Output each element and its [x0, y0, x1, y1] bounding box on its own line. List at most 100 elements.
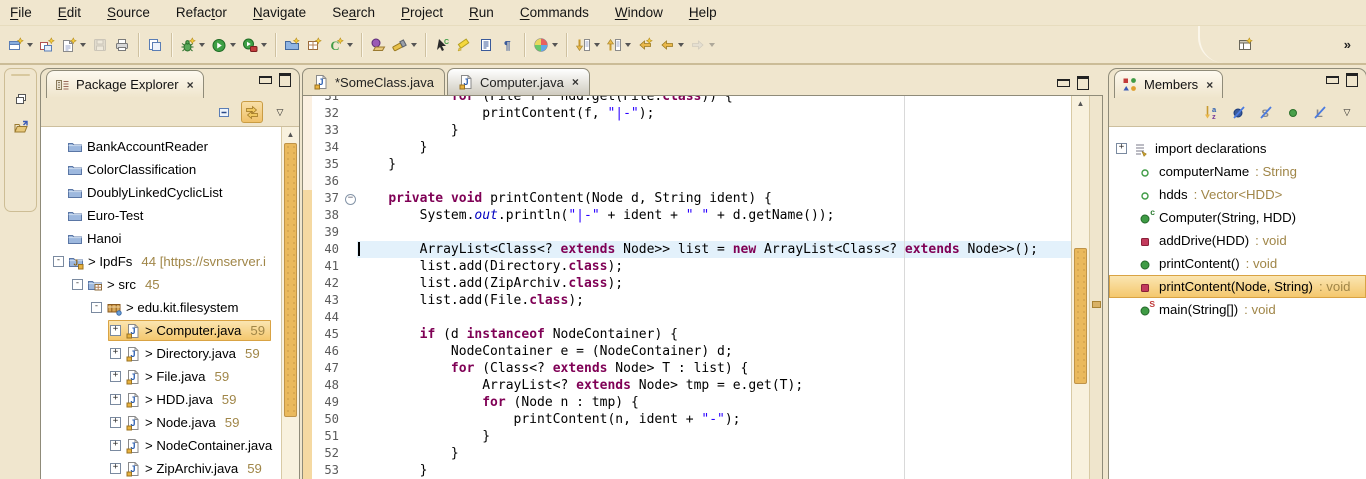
code-text[interactable]: list.add(ZipArchiv.class);	[357, 275, 1071, 292]
code-text[interactable]: ArrayList<? extends Node> tmp = e.get(T)…	[357, 377, 1071, 394]
code-text[interactable]: for (Class<? extends Node> T : list) {	[357, 360, 1071, 377]
show-public-members-button[interactable]	[1283, 102, 1303, 122]
hide-local-types-button[interactable]: L	[1310, 102, 1330, 122]
member-item[interactable]: computerName : String	[1109, 160, 1366, 183]
search-button[interactable]	[389, 31, 420, 58]
code-line[interactable]: 38 System.out.println("|-" + ident + " "…	[303, 207, 1071, 224]
editor-maximize-button[interactable]	[1077, 76, 1089, 90]
expand-icon[interactable]: +	[110, 463, 121, 474]
code-text[interactable]: ArrayList<Class<? extends Node>> list = …	[357, 241, 1071, 258]
highlight-button[interactable]	[453, 31, 475, 58]
link-with-editor-button[interactable]	[241, 101, 263, 123]
member-item[interactable]: Smain(String[]) : void	[1109, 298, 1366, 321]
code-text[interactable]: list.add(Directory.class);	[357, 258, 1071, 275]
code-line[interactable]: 32 printContent(f, "|-");	[303, 105, 1071, 122]
member-item[interactable]: hdds : Vector<HDD>	[1109, 183, 1366, 206]
restore-view-button[interactable]	[10, 88, 32, 110]
fold-collapse-icon[interactable]: −	[345, 194, 356, 205]
menu-commands[interactable]: Commands	[520, 5, 589, 20]
editor-scroll-thumb[interactable]	[1074, 248, 1087, 384]
expand-icon[interactable]: +	[110, 440, 121, 451]
chevron-down-icon[interactable]	[230, 43, 236, 47]
code-area[interactable]: 31 for (File f : hdd.get(File.class)) {3…	[303, 96, 1071, 479]
open-view-button[interactable]	[10, 116, 32, 138]
member-item[interactable]: printContent() : void	[1109, 252, 1366, 275]
chevron-down-icon[interactable]	[347, 43, 353, 47]
code-line[interactable]: 37− private void printContent(Node d, St…	[303, 190, 1071, 207]
tree-item[interactable]: Euro-Test	[41, 204, 299, 227]
code-text[interactable]: NodeContainer e = (NodeContainer) d;	[357, 343, 1071, 360]
code-line[interactable]: 34 }	[303, 139, 1071, 156]
copy-view-button[interactable]	[144, 31, 166, 58]
code-text[interactable]: list.add(File.class);	[357, 292, 1071, 309]
show-whitespace-button[interactable]: ¶	[497, 31, 519, 58]
code-line[interactable]: 50 printContent(n, ident + "-");	[303, 411, 1071, 428]
code-text[interactable]: }	[357, 462, 1071, 479]
show-selected-element-button[interactable]	[475, 31, 497, 58]
code-line[interactable]: 36	[303, 173, 1071, 190]
code-line[interactable]: 48 ArrayList<? extends Node> tmp = e.get…	[303, 377, 1071, 394]
chevron-down-icon[interactable]	[80, 43, 86, 47]
view-menu-button[interactable]: ▽	[270, 102, 290, 122]
code-text[interactable]	[357, 309, 1071, 326]
maximize-button[interactable]	[279, 73, 291, 87]
package-explorer-scrollbar[interactable]: ▲	[281, 127, 299, 479]
menu-navigate[interactable]: Navigate	[253, 5, 306, 20]
debug-button[interactable]	[177, 31, 208, 58]
menu-window[interactable]: Window	[615, 5, 663, 20]
member-item[interactable]: printContent(Node, String) : void	[1109, 275, 1366, 298]
overview-annotation[interactable]	[1092, 301, 1101, 308]
tree-item[interactable]: +J> Computer.java59	[41, 319, 299, 342]
code-line[interactable]: 41 list.add(Directory.class);	[303, 258, 1071, 275]
code-line[interactable]: 42 list.add(ZipArchiv.class);	[303, 275, 1071, 292]
code-text[interactable]: private void printContent(Node d, String…	[357, 190, 1071, 207]
code-line[interactable]: 45 if (d instanceof NodeContainer) {	[303, 326, 1071, 343]
menu-source[interactable]: Source	[107, 5, 150, 20]
chevron-down-icon[interactable]	[261, 43, 267, 47]
code-text[interactable]: System.out.println("|-" + ident + " " + …	[357, 207, 1071, 224]
chevron-down-icon[interactable]	[594, 43, 600, 47]
editor-tab-someclass.java[interactable]: J*SomeClass.java	[302, 68, 445, 95]
code-text[interactable]	[357, 224, 1071, 241]
tree-item[interactable]: +J> File.java59	[41, 365, 299, 388]
code-text[interactable]: }	[357, 156, 1071, 173]
code-line[interactable]: 49 for (Node n : tmp) {	[303, 394, 1071, 411]
new-class-button[interactable]: C	[325, 31, 356, 58]
collapse-all-button[interactable]	[214, 102, 234, 122]
hide-static-members-button[interactable]: S	[1256, 102, 1276, 122]
code-line[interactable]: 52 }	[303, 445, 1071, 462]
expand-icon[interactable]: +	[1116, 143, 1127, 154]
code-line[interactable]: 35 }	[303, 156, 1071, 173]
code-text[interactable]: printContent(f, "|-");	[357, 105, 1071, 122]
scroll-up-icon[interactable]: ▲	[1072, 96, 1089, 108]
code-text[interactable]: }	[357, 428, 1071, 445]
tree-item[interactable]: +J> ZipArchiv.java59	[41, 457, 299, 479]
member-item[interactable]: cComputer(String, HDD)	[1109, 206, 1366, 229]
editor-minimize-button[interactable]	[1057, 79, 1070, 87]
menu-help[interactable]: Help	[689, 5, 717, 20]
expand-icon[interactable]: +	[110, 348, 121, 359]
close-icon[interactable]: ×	[187, 78, 194, 92]
forward-button[interactable]	[687, 31, 718, 58]
external-tools-button[interactable]	[239, 31, 270, 58]
save-button[interactable]	[89, 31, 111, 58]
chevron-down-icon[interactable]	[709, 43, 715, 47]
new-java-working-set-button[interactable]	[281, 31, 303, 58]
new-button[interactable]	[5, 31, 36, 58]
tree-item[interactable]: -> edu.kit.filesystem	[41, 296, 299, 319]
collapse-icon[interactable]: -	[53, 256, 64, 267]
package-explorer-tab[interactable]: Package Explorer ×	[46, 70, 204, 98]
fast-view-handle[interactable]	[11, 74, 30, 76]
expand-icon[interactable]: +	[110, 394, 121, 405]
chevron-down-icon[interactable]	[625, 43, 631, 47]
toolbar-overflow-button[interactable]: »	[1334, 37, 1361, 52]
code-line[interactable]: 31 for (File f : hdd.get(File.class)) {	[303, 96, 1071, 105]
close-icon[interactable]: ×	[572, 75, 579, 89]
code-line[interactable]: 46 NodeContainer e = (NodeContainer) d;	[303, 343, 1071, 360]
overview-ruler[interactable]	[1089, 96, 1102, 479]
member-item[interactable]: addDrive(HDD) : void	[1109, 229, 1366, 252]
tree-item[interactable]: -> src45	[41, 273, 299, 296]
tree-item[interactable]: -J> IpdFs44 [https://svnserver.i	[41, 250, 299, 273]
sort-button[interactable]: az	[1202, 102, 1222, 122]
editor-scrollbar[interactable]: ▲	[1071, 96, 1089, 479]
